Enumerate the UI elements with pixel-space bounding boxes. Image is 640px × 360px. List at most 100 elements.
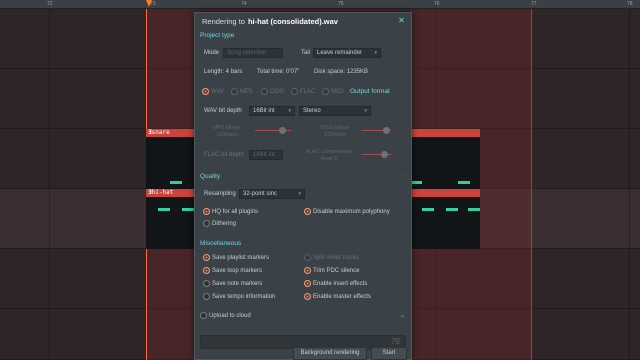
flac-compression-value: level 5 <box>321 156 337 162</box>
dialog-titlebar[interactable]: Rendering to hi-hat (consolidated).wav <box>195 13 411 29</box>
mp3-bitrate-caption: MP3 bitrate <box>212 125 242 131</box>
note-block <box>446 208 458 211</box>
chevron-up-icon[interactable]: ⌃ <box>400 173 405 180</box>
ruler-tick: 73 <box>150 1 156 7</box>
save-loop-markers-label: Save loop markers <box>212 268 263 274</box>
close-icon[interactable]: ✕ <box>397 16 406 25</box>
section-project-type[interactable]: Project type <box>200 32 234 39</box>
length-readout: Length: 4 bars <box>204 69 243 75</box>
save-tempo-information-checkbox[interactable] <box>203 293 210 300</box>
format-radio-flac[interactable] <box>291 88 298 95</box>
note-block <box>412 181 422 184</box>
flac-bit-depth-select[interactable]: 16Bit int <box>249 150 283 160</box>
trim-pdc-silence-checkbox[interactable] <box>304 267 311 274</box>
chevron-down-icon: ▾ <box>374 50 377 56</box>
mode-label: Mode <box>204 50 220 56</box>
chevron-up-icon[interactable]: ⌃ <box>400 32 405 39</box>
chevron-up-icon[interactable]: ⌃ <box>400 240 405 247</box>
note-block <box>458 181 470 184</box>
ruler-tick: 78 <box>627 1 633 7</box>
format-radio-wav[interactable] <box>202 88 209 95</box>
hq-all-plugins-checkbox[interactable] <box>203 208 210 215</box>
resampling-select[interactable]: 32-point sinc ▾ <box>239 189 305 199</box>
dialog-title-prefix: Rendering to <box>202 16 245 26</box>
format-radio-midi[interactable] <box>322 88 329 95</box>
disable-max-polyphony-checkbox[interactable] <box>304 208 311 215</box>
tail-select[interactable]: Leave remainder ▾ <box>313 48 381 58</box>
chevron-down-icon[interactable]: ⌄ <box>400 312 405 319</box>
section-output-format[interactable]: Output format <box>350 88 390 95</box>
flac-bit-depth-label: FLAC bit depth <box>204 152 245 158</box>
mp3-bitrate-slider-knob[interactable] <box>279 127 286 134</box>
chevron-down-icon: ▾ <box>288 108 291 114</box>
disk-space-readout: Disk space: 1235KB <box>314 69 369 75</box>
save-loop-markers-checkbox[interactable] <box>203 267 210 274</box>
format-radio-mp3[interactable] <box>231 88 238 95</box>
disable-max-polyphony-label: Disable maximum polyphony <box>313 209 390 215</box>
tail-value: Leave remainder <box>317 50 363 56</box>
dithering-label: Dithering <box>212 221 237 227</box>
format-label-mp3: MP3 <box>240 89 253 95</box>
ogg-bitrate-value: 160Kbps <box>324 132 346 138</box>
section-miscellaneous[interactable]: Miscellaneous <box>200 240 241 247</box>
ogg-bitrate-slider-knob[interactable] <box>383 127 390 134</box>
resampling-label: Resampling <box>204 191 236 197</box>
mp3-bitrate-value: 160Kbps <box>216 132 238 138</box>
ruler-tick: 72 <box>47 1 53 7</box>
ruler-tick: 77 <box>531 1 537 7</box>
wav-bit-depth-label: WAV bit depth <box>204 108 242 114</box>
note-block <box>158 208 170 211</box>
flac-compression-caption: FLAC compression <box>305 149 353 155</box>
timeline-ruler[interactable]: 72 73 74 75 76 77 78 <box>0 0 640 9</box>
split-mixer-tracks-label: Split mixer tracks <box>313 255 359 261</box>
dithering-checkbox[interactable] <box>203 220 210 227</box>
note-block <box>170 181 182 184</box>
wav-bit-depth-value: 16Bit int <box>253 108 275 114</box>
mode-select[interactable]: Song selection <box>223 48 283 58</box>
chevron-down-icon: ▾ <box>298 191 301 197</box>
save-note-markers-checkbox[interactable] <box>203 280 210 287</box>
enable-master-effects-label: Enable master effects <box>313 294 371 300</box>
chevron-up-icon[interactable]: ⌃ <box>400 88 405 95</box>
grid-line <box>629 9 630 360</box>
flac-compression-label: FLAC compression level 5 <box>299 149 359 163</box>
ogg-bitrate-caption: OGG bitrate <box>320 125 350 131</box>
note-block <box>422 208 434 211</box>
format-label-ogg: OGG <box>270 89 285 95</box>
total-time-readout: Total time: 0'07" <box>257 69 300 75</box>
chevron-down-icon: ▾ <box>364 108 367 114</box>
upload-to-cloud-label: Upload to cloud <box>209 313 251 319</box>
mp3-bitrate-label: MP3 bitrate 160Kbps <box>205 125 249 139</box>
enable-insert-effects-checkbox[interactable] <box>304 280 311 287</box>
flac-compression-slider-knob[interactable] <box>381 151 388 158</box>
upload-to-cloud-checkbox[interactable] <box>200 312 207 319</box>
enable-master-effects-checkbox[interactable] <box>304 293 311 300</box>
format-radio-ogg[interactable] <box>261 88 268 95</box>
save-note-markers-label: Save note markers <box>212 281 263 287</box>
channels-value: Stereo <box>303 108 321 114</box>
save-tempo-information-label: Save tempo information <box>212 294 276 300</box>
split-mixer-tracks-checkbox[interactable] <box>304 254 311 261</box>
format-label-flac: FLAC <box>300 89 316 95</box>
resampling-value: 32-point sinc <box>243 191 278 197</box>
wav-bit-depth-select[interactable]: 16Bit int ▾ <box>249 106 295 116</box>
note-block <box>468 208 480 211</box>
grid-line <box>49 9 50 360</box>
background-rendering-button[interactable]: Background rendering <box>293 347 367 360</box>
ogg-bitrate-label: OGG bitrate 160Kbps <box>311 125 359 139</box>
note-block <box>182 208 194 211</box>
hq-all-plugins-label: HQ for all plugins <box>212 209 259 215</box>
tail-label: Tail <box>301 50 311 56</box>
save-playlist-markers-label: Save playlist markers <box>212 255 270 261</box>
clip-name: snare <box>151 129 170 136</box>
ruler-tick: 74 <box>241 1 247 7</box>
clip-name: hi-hat <box>151 189 174 196</box>
section-quality[interactable]: Quality <box>200 173 220 180</box>
enable-insert-effects-label: Enable insert effects <box>313 281 368 287</box>
save-playlist-markers-checkbox[interactable] <box>203 254 210 261</box>
render-filename: hi-hat (consolidated).wav <box>247 16 338 26</box>
start-button[interactable]: Start <box>371 347 407 360</box>
ruler-tick: 76 <box>434 1 440 7</box>
channels-select[interactable]: Stereo ▾ <box>299 106 371 116</box>
render-dialog: Rendering to hi-hat (consolidated).wav ✕… <box>194 12 412 360</box>
